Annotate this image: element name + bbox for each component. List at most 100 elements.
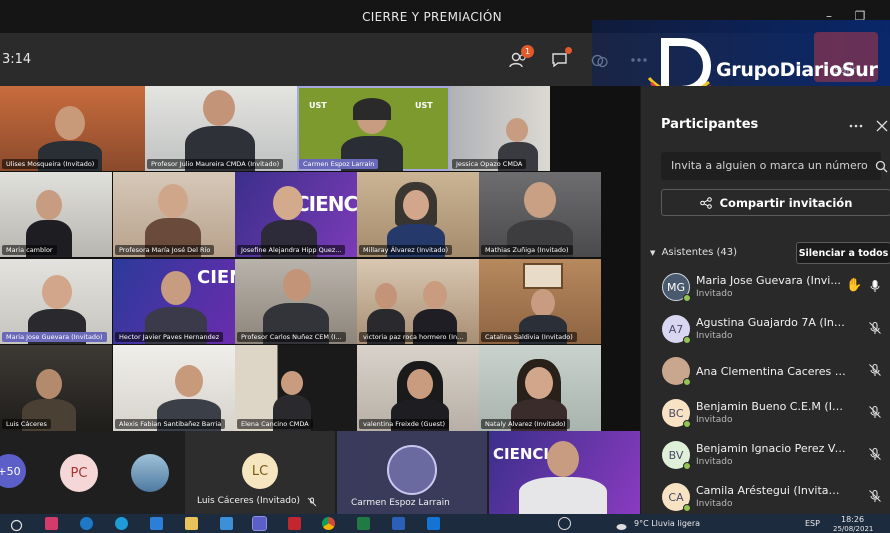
- participants-badge: 1: [521, 45, 534, 58]
- app-icon[interactable]: [220, 517, 233, 530]
- participant-name: Agustina Guajardo 7A (Invita...: [696, 316, 846, 329]
- video-tile[interactable]: valentina Freixde (Guest): [357, 345, 479, 431]
- weather-cloud-icon: [615, 517, 628, 530]
- mic-off-icon[interactable]: [868, 405, 882, 419]
- tile-name: Carmen Espoz Larrain: [299, 159, 379, 169]
- strip-tile-carmen[interactable]: Carmen Espoz Larrain: [337, 431, 487, 514]
- participants-button[interactable]: 1: [507, 45, 534, 71]
- video-tile[interactable]: Jessica Opazo CMDA: [450, 86, 550, 171]
- video-tile[interactable]: CIENC Josefine Alejandra Hipp Quez...: [235, 172, 357, 257]
- language-indicator[interactable]: ESP: [805, 519, 820, 528]
- edge-icon[interactable]: [115, 517, 128, 530]
- excel-icon[interactable]: [357, 517, 370, 530]
- tile-name: Hector Javier Paves Hernandez: [115, 332, 224, 342]
- strip-name: Carmen Espoz Larrain: [351, 498, 450, 508]
- close-icon[interactable]: [876, 120, 888, 132]
- word-icon[interactable]: [392, 517, 405, 530]
- attendees-section-toggle[interactable]: ▼ Asistentes (43): [650, 247, 737, 258]
- video-tile[interactable]: Nataly Alvarez (Invitado): [479, 345, 601, 431]
- skype-icon[interactable]: [80, 517, 93, 530]
- participant-row[interactable]: A7Agustina Guajardo 7A (Invita...Invitad…: [641, 308, 890, 350]
- raised-hand-icon: ✋: [846, 278, 863, 293]
- media-app-icon[interactable]: [45, 517, 58, 530]
- participant-role: Invitado: [696, 499, 733, 509]
- video-grid: Ulises Mosqueira (Invitado) Profesor Jul…: [0, 86, 640, 431]
- video-tile[interactable]: Catalina Saldivia (Invitado): [479, 259, 601, 344]
- video-tile[interactable]: Maria Jose Guevara (Invitado): [0, 259, 112, 344]
- panel-more-icon[interactable]: [849, 124, 863, 128]
- video-tile[interactable]: Mathias Zuñiga (Invitado): [479, 172, 601, 257]
- tile-name: Elena Cancino CMDA: [237, 419, 313, 429]
- participant-name: Ana Clementina Caceres Urru...: [696, 365, 846, 378]
- tile-name: Jessica Opazo CMDA: [452, 159, 527, 169]
- avatar: LC: [242, 453, 278, 489]
- participant-row[interactable]: BVBenjamin Ignacio Perez Verga...Invitad…: [641, 434, 890, 476]
- search-icon[interactable]: [875, 160, 888, 173]
- tile-name: Millaray Álvarez (Invitado): [359, 245, 453, 255]
- tile-name: Profesora María José Del Río: [115, 245, 215, 255]
- participant-row[interactable]: Ana Clementina Caceres Urru...: [641, 350, 890, 392]
- file-explorer-icon[interactable]: [185, 517, 198, 530]
- video-tile[interactable]: UST UST Carmen Espoz Larrain: [297, 86, 450, 171]
- mic-on-icon[interactable]: [868, 279, 882, 293]
- participant-row[interactable]: BCBenjamin Bueno C.E.M (Invita...Invitad…: [641, 392, 890, 434]
- tile-name: Nataly Alvarez (Invitado): [481, 419, 570, 429]
- invite-search-input[interactable]: Invita a alguien o marca un número: [661, 152, 881, 180]
- share-invite-button[interactable]: Compartir invitación: [661, 189, 890, 216]
- video-tile[interactable]: Ulises Mosqueira (Invitado): [0, 86, 145, 171]
- tile-name: Profesor Carlos Nuñez CEM (I...: [237, 332, 346, 342]
- video-tile[interactable]: Profesora María José Del Río: [113, 172, 235, 257]
- brand-name: GrupoDiarioSur: [716, 59, 878, 81]
- clock-date[interactable]: 25/08/2021: [833, 525, 873, 533]
- dropbox-icon[interactable]: [427, 517, 440, 530]
- clock-time[interactable]: 18:26: [841, 515, 864, 524]
- teams-icon[interactable]: [252, 516, 267, 531]
- mic-off-icon[interactable]: [868, 363, 882, 377]
- participant-row[interactable]: MG Maria Jose Guevara (Invi... Invitado ✋: [641, 266, 890, 308]
- ciencia-banner-2: CIENC: [197, 267, 235, 288]
- tile-name: Mathias Zuñiga (Invitado): [481, 245, 573, 255]
- presence-status-icon: [683, 294, 691, 302]
- strip-tile-luis[interactable]: LC Luis Cáceres (Invitado): [185, 431, 335, 514]
- video-tile[interactable]: Millaray Álvarez (Invitado): [357, 172, 479, 257]
- tile-name: Alexis Fabian Santibañez Barria: [115, 419, 226, 429]
- chrome-icon[interactable]: [322, 517, 335, 530]
- video-tile[interactable]: Luis Cáceres: [0, 345, 112, 431]
- panel-title: Participantes: [661, 117, 759, 132]
- ie-icon[interactable]: [150, 517, 163, 530]
- avatar-photo[interactable]: [131, 454, 169, 492]
- video-tile[interactable]: Alexis Fabian Santibañez Barria: [113, 345, 235, 431]
- participant-name: Benjamin Bueno C.E.M (Invita...: [696, 400, 846, 413]
- video-tile[interactable]: Maria camblor: [0, 172, 112, 257]
- avatar[interactable]: PC: [60, 454, 98, 492]
- mic-off-icon: [307, 497, 317, 507]
- more-participants-button[interactable]: +50: [0, 454, 26, 488]
- participant-name: Camila Aréstegui (Invitado): [696, 484, 846, 497]
- presence-status-icon: [683, 504, 691, 512]
- participant-role: Invitado: [696, 289, 733, 299]
- ciencia-banner: CIENC: [295, 192, 357, 216]
- presence-status-icon: [683, 336, 691, 344]
- mic-off-icon[interactable]: [868, 447, 882, 461]
- start-icon[interactable]: [10, 517, 23, 532]
- participant-role: Invitado: [696, 415, 733, 425]
- participant-strip: +50 PC LC Luis Cáceres (Invitado) Carmen…: [0, 431, 640, 514]
- video-tile[interactable]: victoria paz roca hormero (In...: [357, 259, 479, 344]
- chevron-down-icon: ▼: [650, 249, 656, 257]
- chat-button[interactable]: [548, 47, 572, 71]
- video-tile[interactable]: CIENC Hector Javier Paves Hernandez: [113, 259, 235, 344]
- share-icon: [699, 196, 712, 209]
- acrobat-icon[interactable]: [288, 517, 301, 530]
- ust-banner-right: UST: [415, 101, 433, 110]
- help-icon[interactable]: [558, 517, 571, 530]
- mute-all-button[interactable]: Silenciar a todos: [796, 242, 890, 264]
- strip-tile-presenter[interactable]: CIENCIA: [489, 431, 640, 514]
- mic-off-icon[interactable]: [868, 489, 882, 503]
- mic-off-icon[interactable]: [868, 321, 882, 335]
- tile-name: Ulises Mosqueira (Invitado): [2, 159, 99, 169]
- video-tile[interactable]: Profesor Julio Maureira CMDA (Invitado): [145, 86, 297, 171]
- participant-row[interactable]: CA Camila Aréstegui (Invitado) Invitado: [641, 476, 890, 518]
- video-tile[interactable]: Elena Cancino CMDA: [235, 345, 357, 431]
- presence-status-icon: [683, 378, 691, 386]
- video-tile[interactable]: Profesor Carlos Nuñez CEM (I...: [235, 259, 357, 344]
